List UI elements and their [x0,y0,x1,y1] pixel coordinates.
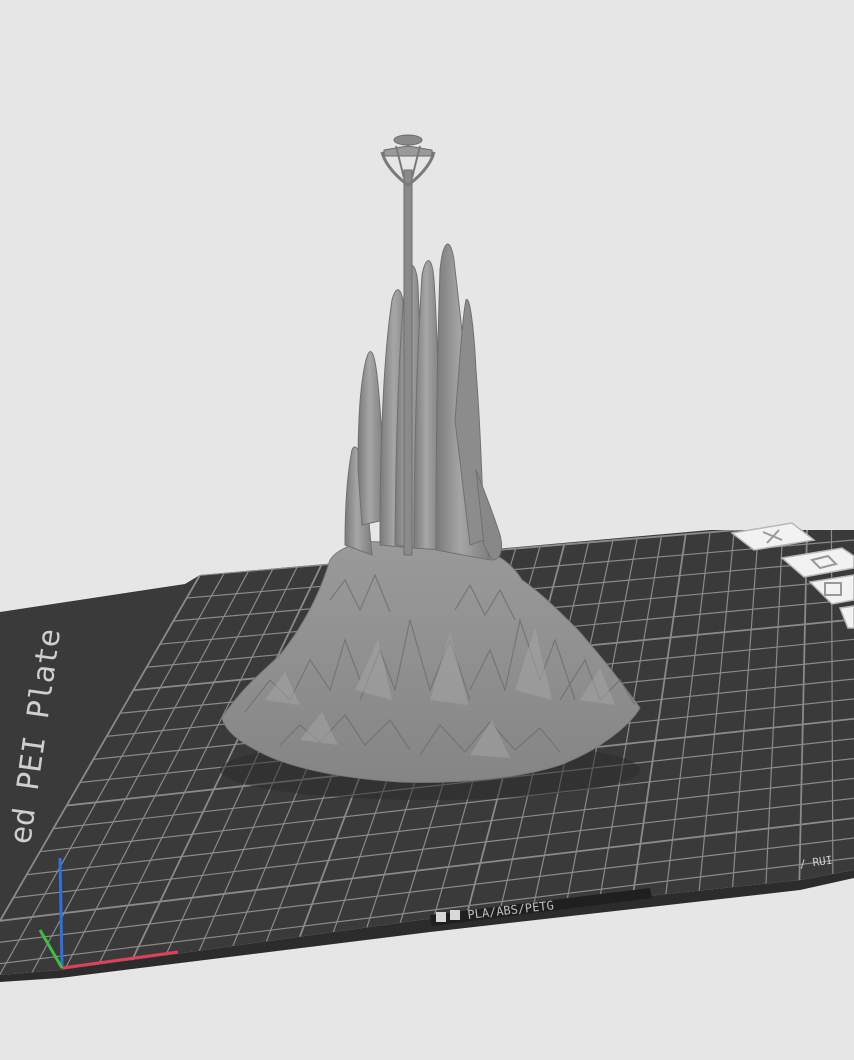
lock-icon [450,910,460,920]
3d-viewport[interactable]: ed PEI Plate PLA/ABS/PETG / RUI [0,0,854,1060]
filament-box-icon [436,912,446,922]
z-axis [58,857,64,969]
